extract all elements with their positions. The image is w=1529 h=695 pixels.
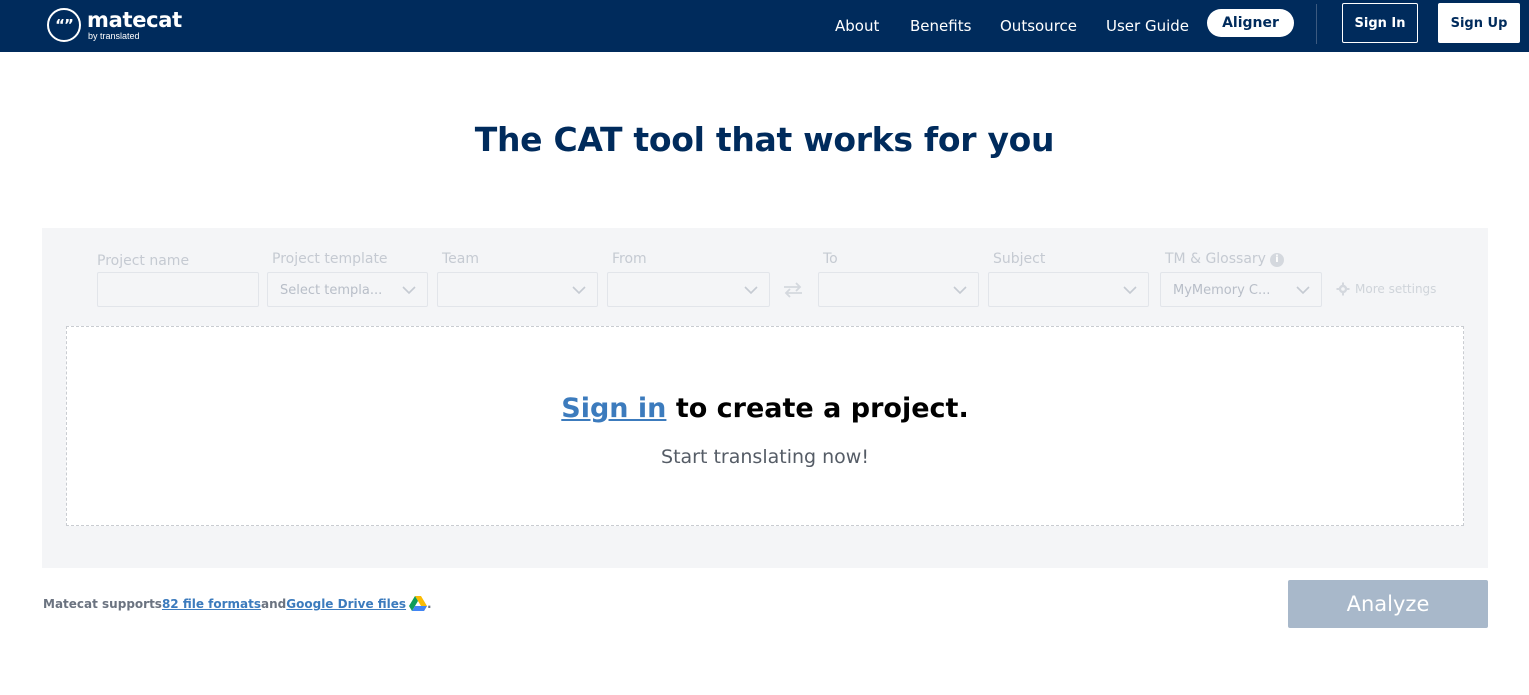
analyze-button[interactable]: Analyze (1288, 580, 1488, 628)
chevron-down-icon (1296, 286, 1310, 295)
swap-languages-icon[interactable] (782, 282, 804, 298)
drop-area-subtitle: Start translating now! (661, 446, 869, 468)
tm-glossary-select[interactable]: MyMemory C... (1160, 272, 1322, 307)
logo-name: matecat (87, 7, 182, 32)
subject-label: Subject (993, 251, 1046, 267)
chevron-down-icon (572, 286, 586, 295)
team-label: Team (442, 251, 480, 267)
subject-select[interactable] (988, 272, 1149, 307)
quote-logo-icon: “” (47, 8, 81, 42)
tm-glossary-label: TM & Glossary i (1165, 251, 1284, 267)
nav-about-link[interactable]: About (835, 17, 879, 35)
nav-benefits-link[interactable]: Benefits (910, 17, 971, 35)
from-label: From (612, 251, 647, 267)
chevron-down-icon (744, 286, 758, 295)
new-project-panel: Project name Project template Select tem… (42, 228, 1488, 568)
google-drive-icon (409, 596, 428, 611)
drop-area-headline: Sign in to create a project. (67, 393, 1463, 424)
drop-area-headline-text: to create a project. (666, 393, 969, 424)
chevron-down-icon (402, 286, 416, 295)
sign-up-button[interactable]: Sign Up (1438, 3, 1520, 43)
more-settings-link[interactable]: More settings (1336, 282, 1436, 296)
chevron-down-icon (1123, 286, 1137, 295)
chevron-down-icon (953, 286, 967, 295)
info-icon[interactable]: i (1269, 253, 1284, 267)
page-headline: The CAT tool that works for you (474, 120, 1055, 159)
file-formats-link[interactable]: 82 file formats (162, 597, 261, 611)
nav-user-guide-link[interactable]: User Guide (1106, 17, 1189, 35)
project-template-select[interactable]: Select templa... (267, 272, 428, 307)
matecat-logo[interactable]: “” matecat by translated (47, 5, 182, 45)
team-select[interactable] (437, 272, 598, 307)
source-language-select[interactable] (607, 272, 770, 307)
target-language-select[interactable] (818, 272, 979, 307)
nav-outsource-link[interactable]: Outsource (1000, 17, 1077, 35)
top-navbar: “” matecat by translated About Benefits … (0, 0, 1529, 52)
project-name-input[interactable] (97, 272, 259, 307)
project-template-label: Project template (272, 251, 388, 267)
project-name-label: Project name (97, 253, 190, 269)
aligner-button[interactable]: Aligner (1207, 9, 1294, 37)
to-label: To (823, 251, 838, 267)
supported-formats-note: Matecat supports 82 file formats and Goo… (43, 596, 432, 611)
gear-icon (1336, 282, 1350, 296)
file-drop-area[interactable]: Sign in to create a project. Start trans… (66, 326, 1464, 526)
nav-divider (1316, 4, 1317, 44)
google-drive-link[interactable]: Google Drive files (286, 597, 406, 611)
logo-subtitle: by translated (88, 30, 140, 41)
sign-in-link[interactable]: Sign in (561, 393, 666, 424)
sign-in-button[interactable]: Sign In (1342, 3, 1418, 43)
